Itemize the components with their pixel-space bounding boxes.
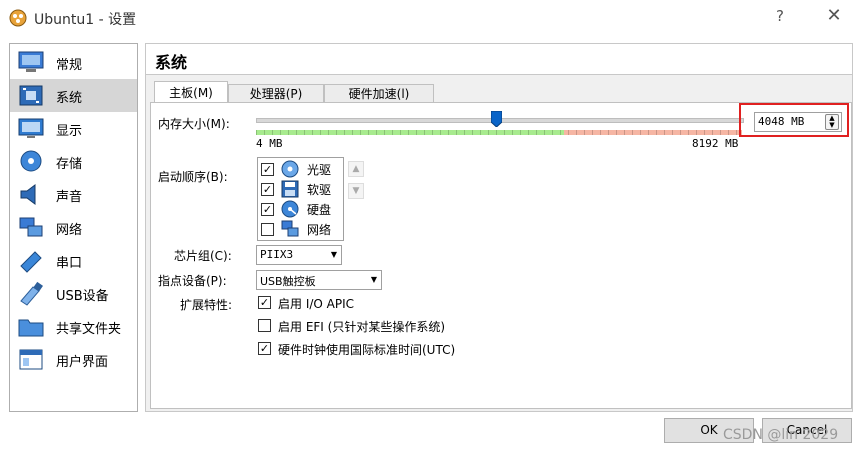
boot-order-list: ✓ 光驱 ✓ 软驱 ✓ 硬盘 网络	[257, 157, 344, 241]
utc-clock-checkbox[interactable]: ✓	[258, 342, 271, 355]
network-icon	[19, 217, 43, 237]
hard-disk-icon	[281, 200, 299, 218]
efi-checkbox[interactable]	[258, 319, 271, 332]
sidebar-item-label: 常规	[56, 58, 83, 73]
boot-item-label: 硬盘	[307, 203, 332, 217]
sidebar-item-label: 用户界面	[56, 355, 109, 370]
boot-move-up-icon[interactable]: ▲	[348, 161, 364, 177]
chipset-value: PIIX3	[260, 248, 294, 261]
highlight-box	[739, 103, 849, 137]
sidebar-item-label: 共享文件夹	[56, 322, 122, 337]
sidebar-item-label: 串口	[56, 256, 83, 271]
sidebar-item-label: 显示	[56, 124, 83, 139]
tab-processor[interactable]: 处理器(P)	[228, 84, 324, 104]
settings-main-panel: 系统 主板(M) 处理器(P) 硬件加速(l) 内存大小(M): 4 MB 81…	[145, 43, 853, 412]
tab-acceleration[interactable]: 硬件加速(l)	[324, 84, 434, 104]
sidebar-item-serial[interactable]: 串口	[10, 244, 137, 277]
boot-harddisk-checkbox[interactable]: ✓	[261, 203, 274, 216]
serial-port-icon	[20, 251, 42, 273]
pointing-device-value: USB触控板	[260, 275, 316, 288]
list-item[interactable]: ✓ 软驱	[258, 179, 343, 199]
network-boot-icon	[281, 220, 299, 237]
sidebar-item-user-interface[interactable]: 用户界面	[10, 343, 137, 376]
boot-floppy-checkbox[interactable]: ✓	[261, 183, 274, 196]
close-icon[interactable]: ✕	[823, 5, 845, 27]
help-button[interactable]: ?	[770, 7, 790, 27]
display-icon	[18, 118, 44, 138]
sidebar-item-label: USB设备	[56, 289, 109, 304]
memory-max-label: 8192 MB	[692, 137, 739, 150]
boot-network-checkbox[interactable]	[261, 223, 274, 236]
boot-optical-checkbox[interactable]: ✓	[261, 163, 274, 176]
settings-sidebar: 常规 系统 显示 存储 声音 网络 串口 USB设备 共享文件夹 用户界面	[9, 43, 138, 412]
list-item[interactable]: ✓ 光驱	[258, 159, 343, 179]
sidebar-item-general[interactable]: 常规	[10, 46, 137, 79]
window-title: Ubuntu1 - 设置	[34, 12, 137, 28]
chevron-down-icon: ▼	[330, 250, 337, 259]
sidebar-item-network[interactable]: 网络	[10, 211, 137, 244]
boot-move-down-icon[interactable]: ▼	[348, 183, 364, 199]
ioapic-checkbox[interactable]: ✓	[258, 296, 271, 309]
chevron-down-icon: ▼	[370, 275, 377, 284]
sidebar-item-display[interactable]: 显示	[10, 112, 137, 145]
shared-folder-icon	[18, 319, 44, 337]
section-header: 系统	[146, 44, 852, 75]
memory-slider-handle[interactable]	[491, 111, 503, 127]
title-bar: Ubuntu1 - 设置 ? ✕	[0, 0, 865, 36]
list-item[interactable]: 网络	[258, 219, 343, 239]
memory-size-label: 内存大小(M):	[158, 117, 230, 131]
chipset-label: 芯片组(C):	[174, 249, 232, 263]
utc-clock-label: 硬件时钟使用国际标准时间(UTC)	[278, 343, 456, 357]
floppy-icon	[281, 180, 299, 198]
sidebar-item-shared-folders[interactable]: 共享文件夹	[10, 310, 137, 343]
storage-disc-icon	[20, 150, 42, 172]
tab-motherboard[interactable]: 主板(M)	[154, 81, 228, 104]
speaker-icon	[20, 184, 36, 205]
boot-item-label: 软驱	[307, 183, 332, 197]
memory-min-label: 4 MB	[256, 137, 283, 150]
sidebar-item-label: 网络	[56, 223, 83, 238]
monitor-general-icon	[18, 51, 44, 72]
pointing-device-select[interactable]: USB触控板 ▼	[256, 270, 382, 290]
memory-slider-ticks	[256, 130, 742, 135]
watermark-text: CSDN @lin 2029	[723, 427, 839, 443]
pointing-device-label: 指点设备(P):	[158, 274, 227, 288]
virtualbox-app-icon	[9, 9, 27, 27]
sidebar-item-system[interactable]: 系统	[10, 79, 137, 112]
boot-item-label: 光驱	[307, 163, 332, 177]
section-title: 系统	[155, 53, 188, 72]
optical-drive-icon	[281, 160, 299, 178]
boot-order-label: 启动顺序(B):	[158, 170, 228, 184]
ioapic-label: 启用 I/O APIC	[278, 297, 355, 311]
sidebar-item-audio[interactable]: 声音	[10, 178, 137, 211]
efi-label: 启用 EFI (只针对某些操作系统)	[278, 320, 446, 334]
boot-item-label: 网络	[307, 223, 332, 237]
user-interface-icon	[19, 349, 43, 370]
sidebar-item-usb[interactable]: USB设备	[10, 277, 137, 310]
chipset-select[interactable]: PIIX3 ▼	[256, 245, 342, 265]
motherboard-icon	[19, 85, 43, 106]
sidebar-item-label: 存储	[56, 157, 83, 172]
usb-icon	[20, 281, 43, 306]
list-item[interactable]: ✓ 硬盘	[258, 199, 343, 219]
sidebar-item-storage[interactable]: 存储	[10, 145, 137, 178]
extended-features-label: 扩展特性:	[180, 298, 233, 312]
sidebar-item-label: 声音	[56, 190, 83, 205]
sidebar-item-label: 系统	[56, 91, 83, 106]
